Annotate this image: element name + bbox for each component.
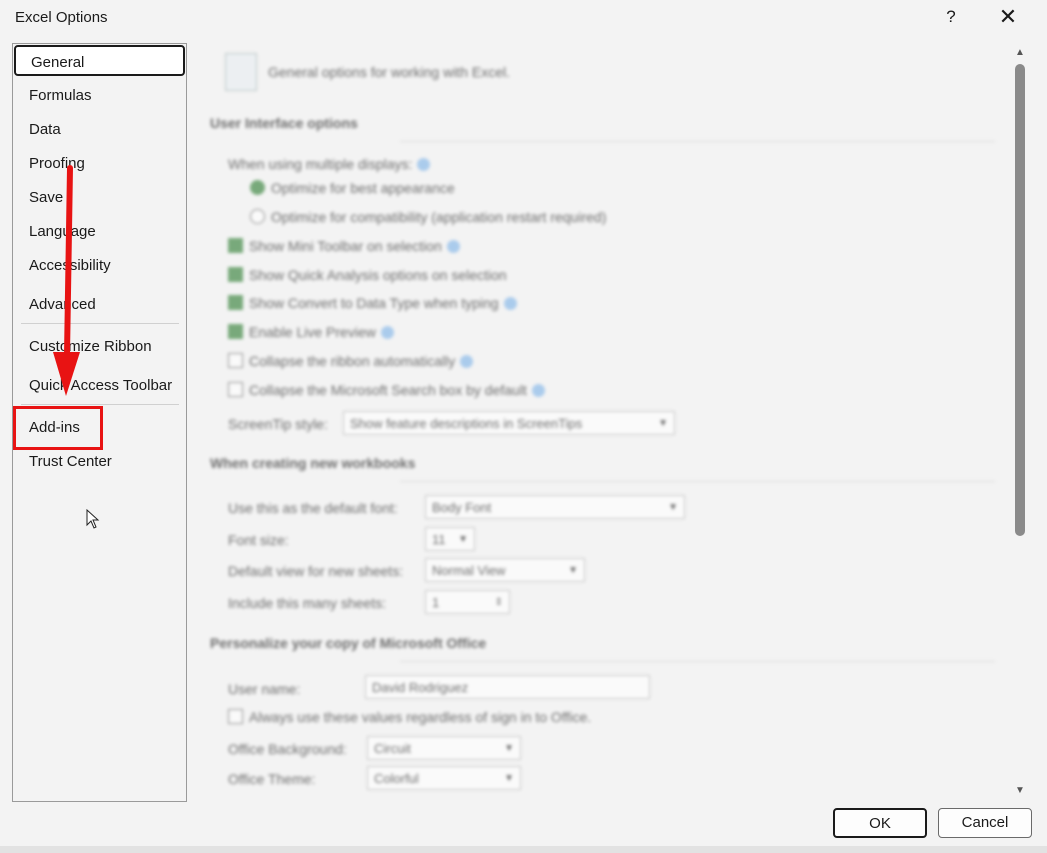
nav-item-formulas[interactable]: Formulas xyxy=(29,84,92,108)
section-divider xyxy=(400,481,995,482)
user-name-field[interactable]: David Rodriguez xyxy=(365,675,650,699)
add-ins-highlight-box xyxy=(13,406,103,450)
default-view-select[interactable]: Normal View ▼ xyxy=(425,558,585,582)
stepper-icon[interactable]: ⇕ xyxy=(495,591,503,615)
multiple-displays-label: When using multiple displays: xyxy=(228,156,431,172)
nav-item-language[interactable]: Language xyxy=(29,220,96,244)
always-use-values-checkbox[interactable]: Always use these values regardless of si… xyxy=(228,709,591,725)
section-heading-personalize: Personalize your copy of Microsoft Offic… xyxy=(210,635,487,651)
radio-compatibility[interactable]: Optimize for compatibility (application … xyxy=(250,209,606,225)
office-theme-select[interactable]: Colorful ▼ xyxy=(367,766,521,790)
close-button[interactable]: ✕ xyxy=(994,4,1022,30)
quick-analysis-checkbox[interactable]: Show Quick Analysis options on selection xyxy=(228,267,507,283)
mini-toolbar-checkbox[interactable]: Show Mini Toolbar on selection xyxy=(228,238,460,254)
nav-item-quick-access-toolbar[interactable]: Quick Access Toolbar xyxy=(29,374,172,398)
default-font-select[interactable]: Body Font ▼ xyxy=(425,495,685,519)
collapse-search-checkbox[interactable]: Collapse the Microsoft Search box by def… xyxy=(228,382,545,398)
checkbox-checked-icon[interactable] xyxy=(228,267,243,282)
content-scrollbar[interactable]: ▲ ▼ xyxy=(1012,46,1028,800)
user-name-label: User name: xyxy=(228,681,301,697)
checkbox-icon[interactable] xyxy=(228,353,243,368)
scrollbar-thumb[interactable] xyxy=(1015,64,1025,536)
sheet-count-label: Include this many sheets: xyxy=(228,595,386,611)
office-background-label: Office Background: xyxy=(228,741,347,757)
convert-data-type-checkbox[interactable]: Show Convert to Data Type when typing xyxy=(228,295,517,311)
general-options-content: General options for working with Excel. … xyxy=(195,43,1010,801)
info-icon xyxy=(380,326,394,339)
section-divider xyxy=(400,141,995,142)
nav-item-save[interactable]: Save xyxy=(29,186,63,210)
font-size-select[interactable]: 11 ▼ xyxy=(425,527,475,551)
scroll-up-arrow-icon[interactable]: ▲ xyxy=(1014,48,1026,58)
info-icon xyxy=(460,355,474,368)
info-icon xyxy=(503,297,517,310)
chevron-down-icon: ▼ xyxy=(504,743,514,754)
checkbox-icon[interactable] xyxy=(228,382,243,397)
info-icon xyxy=(531,384,545,397)
cancel-button[interactable]: Cancel xyxy=(938,808,1032,838)
info-icon xyxy=(446,240,460,253)
nav-item-trust-center[interactable]: Trust Center xyxy=(29,450,112,474)
screentip-select[interactable]: Show feature descriptions in ScreenTips ▼ xyxy=(343,411,675,435)
dialog-title: Excel Options xyxy=(15,9,108,26)
screentip-label: ScreenTip style: xyxy=(228,416,328,432)
checkbox-checked-icon[interactable] xyxy=(228,324,243,339)
chevron-down-icon: ▼ xyxy=(504,773,514,784)
checkbox-checked-icon[interactable] xyxy=(228,295,243,310)
nav-item-proofing[interactable]: Proofing xyxy=(29,152,85,176)
nav-divider xyxy=(21,323,179,324)
section-divider xyxy=(400,661,995,662)
collapse-ribbon-checkbox[interactable]: Collapse the ribbon automatically xyxy=(228,353,474,369)
window-bottom-edge xyxy=(0,846,1047,853)
sheet-count-stepper[interactable]: 1 ⇕ xyxy=(425,590,510,614)
chevron-down-icon: ▼ xyxy=(458,534,468,545)
default-font-label: Use this as the default font: xyxy=(228,500,398,516)
live-preview-checkbox[interactable]: Enable Live Preview xyxy=(228,324,394,340)
nav-item-advanced[interactable]: Advanced xyxy=(29,293,96,317)
checkbox-icon[interactable] xyxy=(228,709,243,724)
scroll-down-arrow-icon[interactable]: ▼ xyxy=(1014,786,1026,796)
radio-icon[interactable] xyxy=(250,209,265,224)
section-heading-ui: User Interface options xyxy=(210,115,358,131)
nav-item-accessibility[interactable]: Accessibility xyxy=(29,254,111,278)
nav-item-data[interactable]: Data xyxy=(29,118,61,142)
ok-button[interactable]: OK xyxy=(833,808,927,838)
radio-best-appearance[interactable]: Optimize for best appearance xyxy=(250,180,455,196)
info-icon xyxy=(417,158,431,171)
default-view-label: Default view for new sheets: xyxy=(228,563,404,579)
section-heading-new-workbooks: When creating new workbooks xyxy=(210,455,416,471)
checkbox-checked-icon[interactable] xyxy=(228,238,243,253)
chevron-down-icon: ▼ xyxy=(658,418,668,429)
general-options-icon xyxy=(225,53,257,91)
nav-item-general[interactable]: General xyxy=(14,45,185,76)
font-size-label: Font size: xyxy=(228,532,289,548)
office-background-select[interactable]: Circuit ▼ xyxy=(367,736,521,760)
chevron-down-icon: ▼ xyxy=(668,502,678,513)
nav-divider xyxy=(21,404,179,405)
nav-item-customize-ribbon[interactable]: Customize Ribbon xyxy=(29,335,152,359)
mouse-cursor-icon xyxy=(86,509,100,529)
intro-text: General options for working with Excel. xyxy=(268,64,510,80)
chevron-down-icon: ▼ xyxy=(568,565,578,576)
help-button[interactable]: ? xyxy=(938,4,964,30)
title-bar: Excel Options ? ✕ xyxy=(0,0,1047,36)
radio-selected-icon[interactable] xyxy=(250,180,265,195)
office-theme-label: Office Theme: xyxy=(228,771,316,787)
